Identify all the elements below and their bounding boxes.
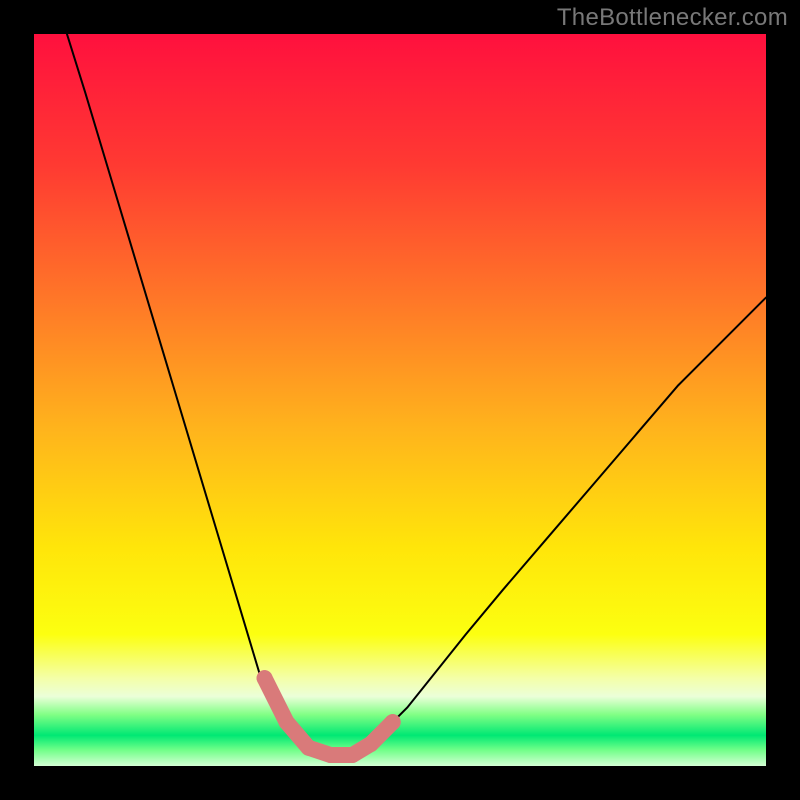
curve-right-branch — [345, 298, 766, 759]
marker-dot — [385, 714, 401, 730]
watermark-text: TheBottlenecker.com — [557, 4, 788, 32]
marker-dot — [279, 714, 295, 730]
plot-overlay — [34, 34, 766, 766]
curve-group — [67, 34, 766, 759]
marker-dot — [301, 740, 317, 756]
marker-dot — [322, 747, 338, 763]
chart-container: TheBottlenecker.com — [0, 0, 800, 800]
marker-dot — [344, 747, 360, 763]
marker-group — [257, 670, 401, 763]
curve-left-branch — [67, 34, 345, 759]
marker-dot — [363, 736, 379, 752]
marker-dot — [257, 670, 273, 686]
